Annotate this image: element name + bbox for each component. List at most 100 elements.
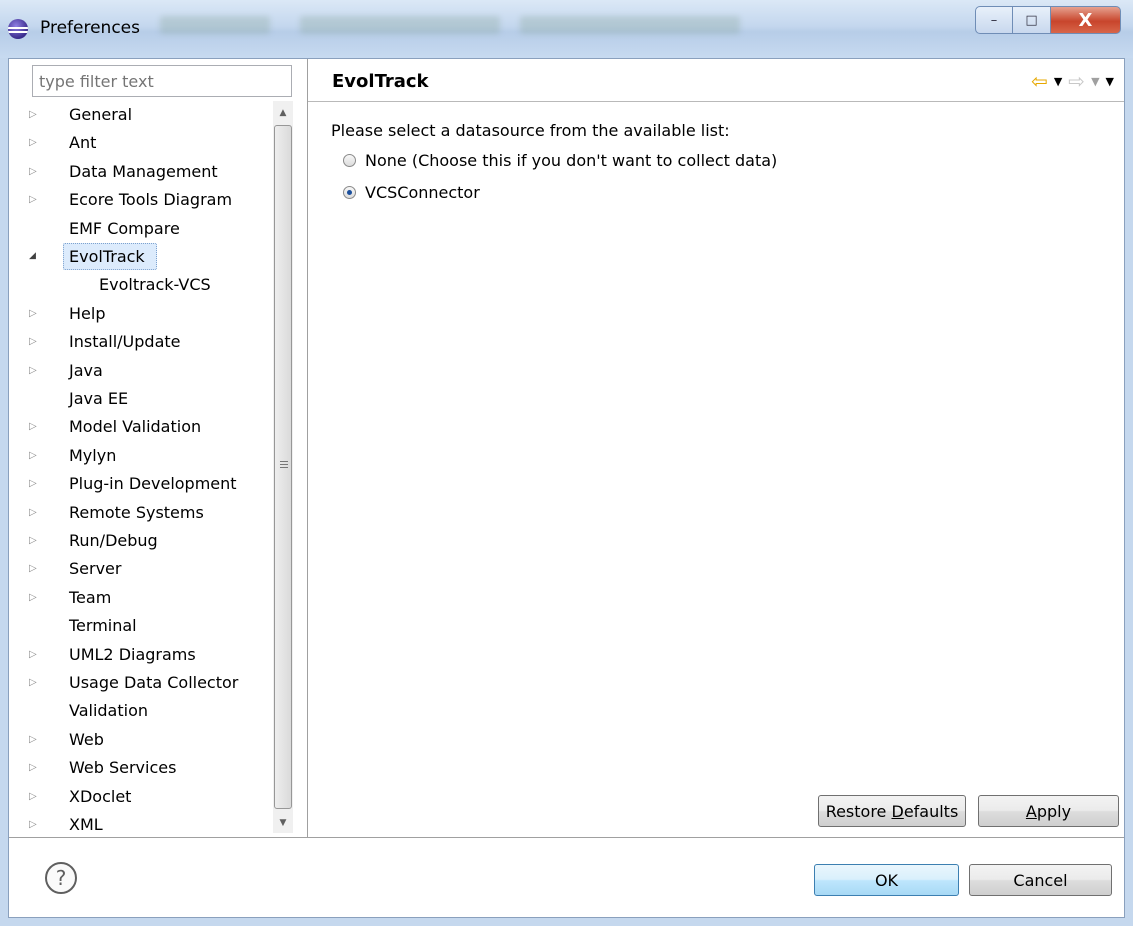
tree-item-label: Java EE	[69, 389, 129, 408]
tree-item[interactable]: Java EE	[9, 385, 269, 412]
collapsed-arrow-icon[interactable]: ▷	[29, 186, 41, 213]
collapsed-arrow-icon[interactable]: ▷	[29, 470, 41, 497]
tree-item[interactable]: ◢ EvolTrack	[9, 243, 269, 270]
collapsed-arrow-icon[interactable]: ▷	[29, 499, 41, 526]
cancel-button[interactable]: Cancel	[969, 864, 1112, 896]
tree-item[interactable]: ▷ Java	[9, 357, 269, 384]
tree-item[interactable]: ▷ Plug-in Development	[9, 470, 269, 497]
maximize-button[interactable]: □	[1013, 6, 1051, 34]
tree-item[interactable]: ▷ Web Services	[9, 754, 269, 781]
collapsed-arrow-icon[interactable]: ▷	[29, 442, 41, 469]
window-title: Preferences	[40, 18, 140, 38]
tree-item[interactable]: Terminal	[9, 612, 269, 639]
tree-item-label: XDoclet	[69, 786, 132, 806]
radio-vcsconnector-label: VCSConnector	[365, 183, 480, 202]
radio-option-none[interactable]: None (Choose this if you don't want to c…	[343, 151, 777, 170]
tree-item[interactable]: ▷ Remote Systems	[9, 499, 269, 526]
collapsed-arrow-icon[interactable]: ▷	[29, 641, 41, 668]
tree-item-label: EvolTrack	[69, 247, 145, 266]
tree-item[interactable]: ▷ UML2 Diagrams	[9, 641, 269, 668]
tree-item-label: Help	[69, 303, 106, 323]
tree-item[interactable]: ▷ Web	[9, 726, 269, 753]
tree-item[interactable]: ▷ Data Management	[9, 158, 269, 185]
tree-item-label: Web Services	[69, 758, 177, 778]
collapsed-arrow-icon[interactable]: ▷	[29, 726, 41, 753]
ok-button[interactable]: OK	[814, 864, 959, 896]
title-bar[interactable]: Preferences – □ X	[0, 0, 1133, 58]
page-title: EvolTrack	[332, 71, 429, 92]
tree-item[interactable]: ▷ Run/Debug	[9, 527, 269, 554]
apply-button[interactable]: Apply	[978, 795, 1119, 827]
tree-item[interactable]: ▷ Model Validation	[9, 413, 269, 440]
scroll-thumb[interactable]	[274, 125, 292, 809]
preference-tree-pane: ▷ General ▷ Ant ▷ Data Management ▷ Ecore Tools…	[9, 59, 308, 837]
apply-label-part: pply	[1036, 801, 1072, 821]
datasource-instruction: Please select a datasource from the avai…	[331, 121, 730, 140]
forward-history-dropdown-icon[interactable]: ▼	[1091, 75, 1099, 88]
forward-arrow-icon[interactable]: ⇨	[1068, 69, 1085, 93]
expanded-arrow-icon[interactable]: ◢	[29, 243, 41, 270]
tree-item[interactable]: Validation	[9, 697, 269, 724]
divider	[9, 837, 1124, 838]
close-button[interactable]: X	[1051, 6, 1121, 34]
tree-item-label: Server	[69, 559, 122, 579]
tree-item[interactable]: EMF Compare	[9, 215, 269, 242]
collapsed-arrow-icon[interactable]: ▷	[29, 555, 41, 582]
restore-defaults-label-part: Restore	[825, 801, 892, 821]
radio-option-vcsconnector[interactable]: VCSConnector	[343, 183, 480, 202]
tree-item-label: Terminal	[69, 616, 137, 636]
scroll-down-icon[interactable]: ▼	[273, 813, 293, 833]
tree-item[interactable]: Evoltrack-VCS	[9, 271, 269, 298]
tree-item-label: Mylyn	[69, 445, 117, 465]
collapsed-arrow-icon[interactable]: ▷	[29, 754, 41, 781]
collapsed-arrow-icon[interactable]: ▷	[29, 158, 41, 185]
tree-item-label: Ant	[69, 133, 97, 153]
tree-item[interactable]: ▷ General	[9, 101, 269, 128]
tree-item[interactable]: ▷ Usage Data Collector	[9, 669, 269, 696]
collapsed-arrow-icon[interactable]: ▷	[29, 584, 41, 611]
page-header: EvolTrack ⇦ ▼ ⇨ ▼ ▼	[308, 59, 1124, 102]
collapsed-arrow-icon[interactable]: ▷	[29, 811, 41, 835]
tree-item-label: Plug-in Development	[69, 474, 237, 494]
tree-item-label: UML2 Diagrams	[69, 644, 196, 664]
collapsed-arrow-icon[interactable]: ▷	[29, 328, 41, 355]
tree-item[interactable]: ▷ XML	[9, 811, 269, 835]
radio-none-label: None (Choose this if you don't want to c…	[365, 151, 778, 170]
collapsed-arrow-icon[interactable]: ▷	[29, 783, 41, 810]
tree-item[interactable]: ▷ Help	[9, 300, 269, 327]
tree-item[interactable]: ▷ Team	[9, 584, 269, 611]
tree-item[interactable]: ▷ Install/Update	[9, 328, 269, 355]
tree-item[interactable]: ▷ Ecore Tools Diagram	[9, 186, 269, 213]
collapsed-arrow-icon[interactable]: ▷	[29, 527, 41, 554]
view-menu-icon[interactable]: ▼	[1106, 75, 1114, 88]
tree-item-label: EMF Compare	[69, 218, 180, 238]
tree-item[interactable]: ▷ Ant	[9, 129, 269, 156]
back-history-dropdown-icon[interactable]: ▼	[1054, 75, 1062, 88]
tree-item-label: Run/Debug	[69, 531, 158, 550]
radio-vcsconnector-icon[interactable]	[343, 186, 356, 199]
preferences-window: Preferences – □ X ▷ General ▷ Ant ▷ Data Mana…	[0, 0, 1133, 926]
blurred-taskbar-item	[160, 16, 270, 34]
tree-item-label: Ecore Tools Diagram	[69, 190, 233, 210]
eclipse-icon	[8, 19, 28, 39]
collapsed-arrow-icon[interactable]: ▷	[29, 101, 41, 128]
tree-item-label: General	[69, 105, 133, 124]
tree-item-label: Team	[69, 587, 112, 607]
collapsed-arrow-icon[interactable]: ▷	[29, 300, 41, 327]
filter-input[interactable]	[32, 65, 292, 97]
collapsed-arrow-icon[interactable]: ▷	[29, 129, 41, 156]
restore-defaults-button[interactable]: Restore Defaults	[818, 795, 966, 827]
collapsed-arrow-icon[interactable]: ▷	[29, 413, 41, 440]
tree-scrollbar[interactable]: ▲ ▼	[273, 101, 293, 833]
help-icon[interactable]: ?	[45, 862, 77, 894]
scroll-up-icon[interactable]: ▲	[273, 103, 293, 123]
collapsed-arrow-icon[interactable]: ▷	[29, 669, 41, 696]
preference-tree[interactable]: ▷ General ▷ Ant ▷ Data Management ▷ Ecore Tools…	[9, 101, 269, 835]
tree-item[interactable]: ▷ XDoclet	[9, 783, 269, 810]
collapsed-arrow-icon[interactable]: ▷	[29, 357, 41, 384]
radio-none-icon[interactable]	[343, 154, 356, 167]
tree-item[interactable]: ▷ Mylyn	[9, 442, 269, 469]
back-arrow-icon[interactable]: ⇦	[1031, 69, 1048, 93]
tree-item[interactable]: ▷ Server	[9, 555, 269, 582]
minimize-button[interactable]: –	[975, 6, 1013, 34]
